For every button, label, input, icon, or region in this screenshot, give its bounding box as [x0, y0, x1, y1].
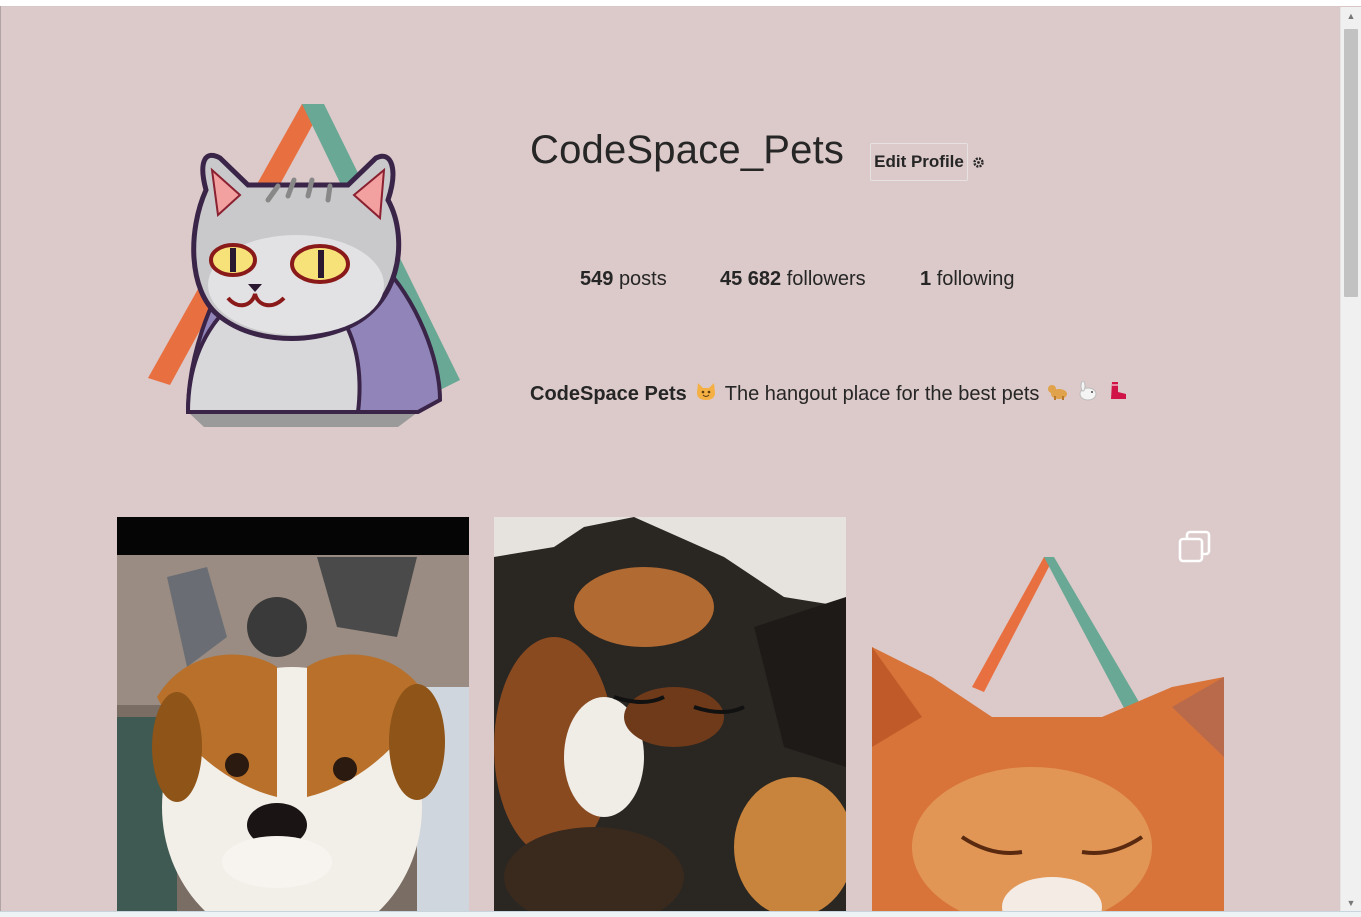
- cat-face-emoji-icon: [695, 381, 717, 407]
- vertical-scrollbar[interactable]: ▲ ▼: [1340, 7, 1361, 912]
- edit-profile-button[interactable]: Edit Profile: [870, 143, 968, 181]
- scroll-up-arrow-icon[interactable]: ▲: [1341, 7, 1361, 25]
- followers-count: 45 682: [720, 268, 782, 290]
- scroll-down-arrow-icon[interactable]: ▼: [1341, 894, 1361, 912]
- followers-stat[interactable]: 45 682 followers: [720, 268, 866, 291]
- post-thumbnail[interactable]: [494, 517, 846, 917]
- scrollbar-thumb[interactable]: [1344, 29, 1358, 297]
- browser-viewport: CodeSpace_Pets Edit Profile 549 posts 45…: [0, 0, 1361, 917]
- followers-label: followers: [786, 268, 866, 290]
- window-bottom-edge: [0, 911, 1361, 917]
- posts-count: 549: [580, 268, 614, 290]
- bio-text: The hangout place for the best pets: [724, 382, 1040, 405]
- following-count: 1: [920, 268, 932, 290]
- gear-icon[interactable]: [972, 156, 985, 169]
- posts-stat[interactable]: 549 posts: [580, 268, 667, 291]
- post-thumbnail[interactable]: [117, 517, 469, 917]
- profile-username: CodeSpace_Pets: [530, 128, 845, 172]
- profile-bio: CodeSpace Pets The hangout place for the…: [530, 380, 1129, 407]
- following-label: following: [936, 268, 1015, 290]
- dog-emoji-icon: [1047, 381, 1069, 407]
- following-stat[interactable]: 1 following: [920, 268, 1015, 291]
- posts-label: posts: [618, 268, 667, 290]
- multiple-photos-icon: [1178, 530, 1212, 564]
- bio-name: CodeSpace Pets: [530, 382, 687, 405]
- window-top-edge: [0, 0, 1361, 7]
- window-left-edge: [0, 6, 1, 911]
- profile-avatar[interactable]: [148, 100, 460, 430]
- red-boot-emoji-icon: [1107, 381, 1129, 407]
- rabbit-emoji-icon: [1077, 380, 1099, 407]
- post-thumbnail[interactable]: [872, 517, 1224, 917]
